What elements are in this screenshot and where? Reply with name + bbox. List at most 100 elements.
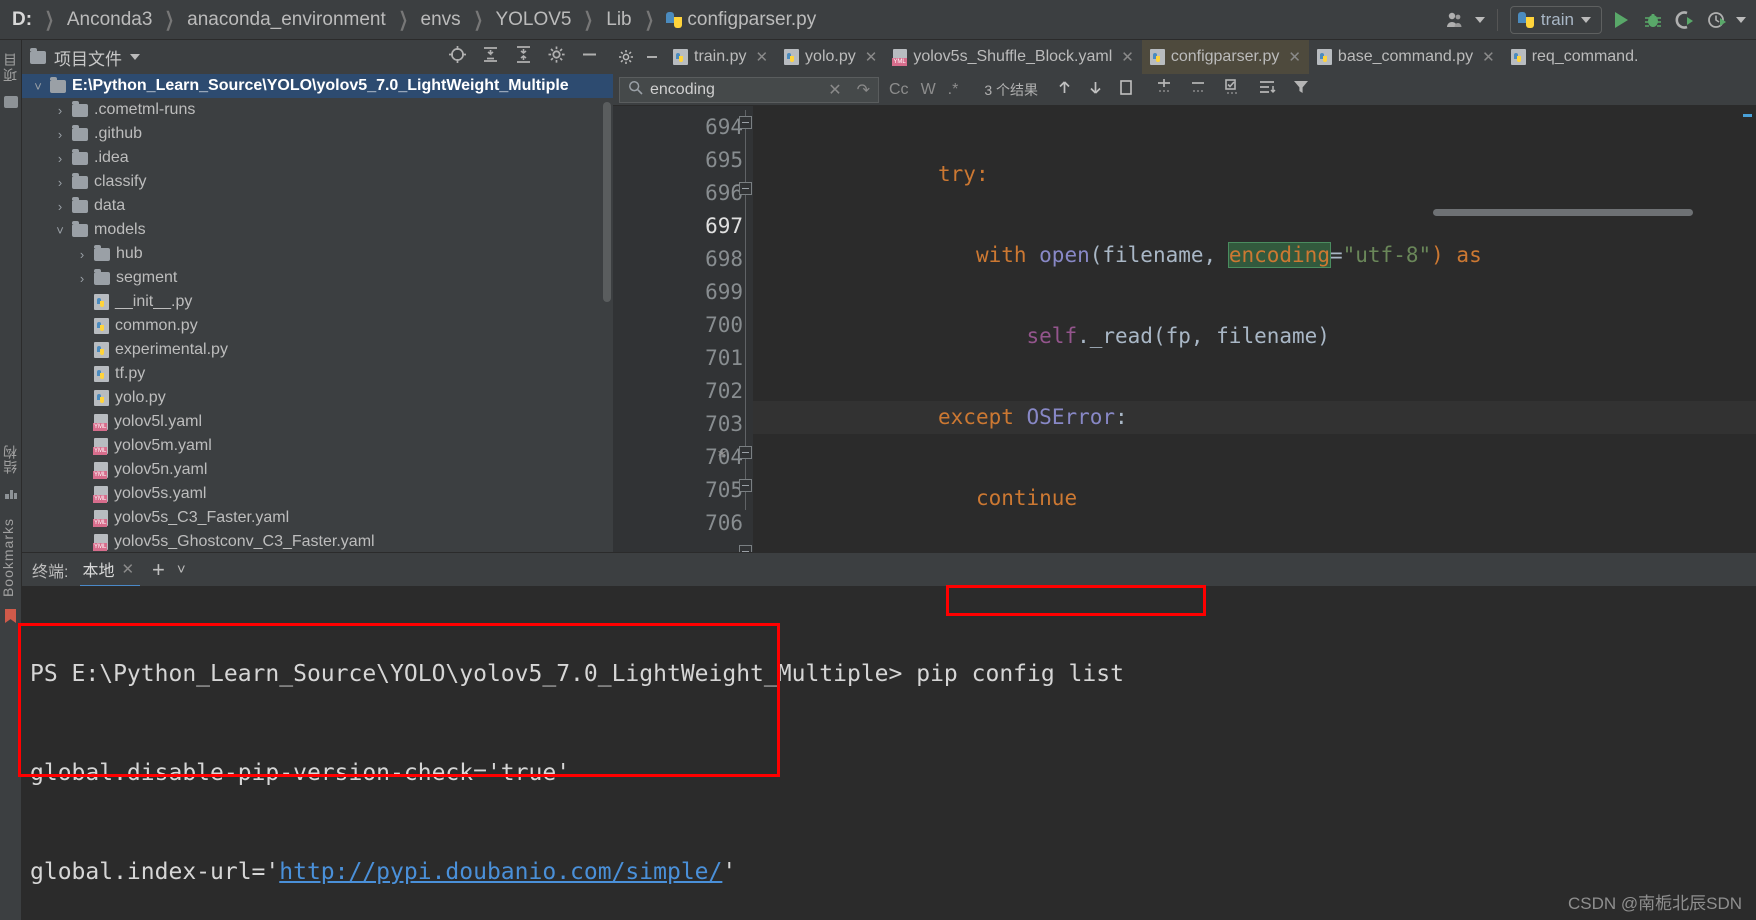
project-scrollbar[interactable] [603,102,611,302]
editor-tab[interactable]: req_command. [1503,40,1647,74]
tree-row[interactable]: yolov5m.yaml [22,434,613,458]
tree-row[interactable]: › .idea [22,146,613,170]
sidebar-tab-structure[interactable]: 结构 [0,438,22,480]
locate-icon[interactable] [448,45,467,69]
pycharm-window: D: ❯ Anconda3 ❯ anaconda_environment ❯ e… [0,0,1756,920]
breadcrumb-anconda3[interactable]: Anconda3 [67,9,153,31]
close-icon[interactable]: ✕ [1121,48,1134,66]
tree-row[interactable]: › data [22,194,613,218]
fold-toggle-icon[interactable] [739,182,752,195]
tree-row[interactable]: yolo.py [22,386,613,410]
tree-row[interactable]: › segment [22,266,613,290]
toggle-selection-icon[interactable] [1224,78,1242,101]
close-icon[interactable]: ✕ [1482,48,1495,66]
settings-gear-icon[interactable] [547,45,566,69]
chevron-right-icon[interactable]: › [54,199,66,214]
line-number: 698 [613,242,753,275]
tree-row[interactable]: yolov5n.yaml [22,458,613,482]
tree-row[interactable]: yolov5s_C3_Faster.yaml [22,506,613,530]
run-configuration-selector[interactable]: train [1509,5,1602,34]
account-icon[interactable] [1443,7,1469,33]
coverage-icon[interactable] [1672,7,1698,33]
tree-row[interactable]: › .cometml-runs [22,98,613,122]
close-icon[interactable]: ✕ [865,48,878,66]
tree-row[interactable]: › classify [22,170,613,194]
close-icon[interactable]: ✕ [755,48,768,66]
run-icon[interactable] [1608,7,1634,33]
minimize-icon[interactable] [580,45,599,69]
breadcrumb-envs[interactable]: envs [421,9,461,31]
search-input[interactable]: encoding ✕ ↷ [619,76,879,103]
project-folder-icon[interactable] [3,96,18,108]
breadcrumb-anaconda-environment[interactable]: anaconda_environment [187,9,386,31]
profile-icon[interactable] [1704,7,1730,33]
tree-row[interactable]: tf.py [22,362,613,386]
editor-tab-label: configparser.py [1170,48,1280,65]
tree-row[interactable]: › .github [22,122,613,146]
remove-line-icon[interactable] [1190,78,1208,101]
expand-all-icon[interactable] [514,45,533,69]
code-error-stripe-mark[interactable] [1743,114,1752,117]
close-icon[interactable]: ✕ [121,560,134,578]
sidebar-tab-bookmarks[interactable]: Bookmarks [0,512,22,603]
tree-row[interactable]: yolov5s_Ghostconv_C3_Faster.yaml [22,530,613,554]
chevron-down-icon[interactable]: ˅ [54,223,66,238]
match-case-toggle[interactable]: Cc [889,81,909,99]
chevron-right-icon[interactable]: › [54,103,66,118]
chevron-right-icon[interactable]: › [76,271,88,286]
python-file-icon [784,49,800,65]
chevron-down-icon[interactable]: ˅ [32,79,44,94]
prev-match-icon[interactable] [1056,79,1073,101]
whole-words-toggle[interactable]: W [921,81,936,99]
project-scope-chevron-down-icon[interactable] [130,54,140,60]
chevron-right-icon[interactable]: › [76,247,88,262]
terminal-output[interactable]: PS E:\Python_Learn_Source\YOLO\yolov5_7.… [22,586,1756,920]
account-chevron-down-icon[interactable] [1474,16,1485,23]
fold-toggle-icon[interactable] [739,116,752,129]
terminal-link[interactable]: http://pypi.doubanio.com/simple/ [279,859,722,885]
code-content[interactable]: try: with open(filename, encoding="utf-8… [753,106,1756,596]
editor-tab[interactable]: configparser.py ✕ [1141,40,1309,74]
regex-toggle[interactable]: .* [948,81,959,99]
tree-row[interactable]: › hub [22,242,613,266]
chevron-right-icon[interactable]: › [54,127,66,142]
search-history-icon[interactable]: ↷ [857,80,870,100]
close-icon[interactable]: ✕ [1288,48,1301,66]
tree-row[interactable]: common.py [22,314,613,338]
tree-row[interactable]: experimental.py [22,338,613,362]
tree-row-root[interactable]: ˅ E:\Python_Learn_Source\YOLO\yolov5_7.0… [22,74,613,98]
breadcrumb-drive[interactable]: D: [12,9,32,31]
chevron-right-icon[interactable]: › [54,151,66,166]
fold-toggle-icon[interactable] [739,446,752,459]
debug-icon[interactable] [1640,7,1666,33]
editor-settings-gear-icon[interactable] [613,49,639,65]
add-line-icon[interactable] [1156,78,1174,101]
editor-minimize-icon[interactable] [639,49,665,65]
tree-row[interactable]: yolov5l.yaml [22,410,613,434]
collapse-all-icon[interactable] [481,45,500,69]
select-all-occurrences-icon[interactable] [1118,79,1134,101]
tree-row[interactable]: __init__.py [22,290,613,314]
code-folding-column[interactable] [739,106,753,596]
chevron-right-icon[interactable]: › [54,175,66,190]
filter-scope-icon[interactable] [1258,78,1276,101]
editor-tab[interactable]: base_command.py ✕ [1309,40,1503,74]
editor-tab[interactable]: yolo.py ✕ [776,40,885,74]
breadcrumb-current-file[interactable]: configparser.py [666,9,816,31]
toolbar-chevron-down-icon[interactable] [1736,16,1746,23]
new-terminal-button[interactable]: + [152,558,165,581]
terminal-chevron-down-icon[interactable]: ˅ [177,561,186,578]
tree-row[interactable]: ˅ models [22,218,613,242]
breadcrumb-yolov5[interactable]: YOLOV5 [495,9,571,31]
breadcrumb-lib[interactable]: Lib [606,9,631,31]
next-match-icon[interactable] [1087,79,1104,101]
editor-tab[interactable]: yolov5s_Shuffle_Block.yaml ✕ [885,40,1142,74]
sidebar-tab-project[interactable]: 项目 [0,46,22,88]
editor-tab[interactable]: train.py ✕ [665,40,776,74]
clear-search-icon[interactable]: ✕ [828,80,841,100]
code-viewport[interactable]: 694 695 696 697 698 699 700 701 702 703 * 704 705 706… [613,106,1756,596]
fold-toggle-icon[interactable] [739,479,752,492]
tree-row[interactable]: yolov5s.yaml [22,482,613,506]
filter-icon[interactable] [1292,78,1310,101]
terminal-tab-local[interactable]: 本地 ✕ [80,553,141,587]
